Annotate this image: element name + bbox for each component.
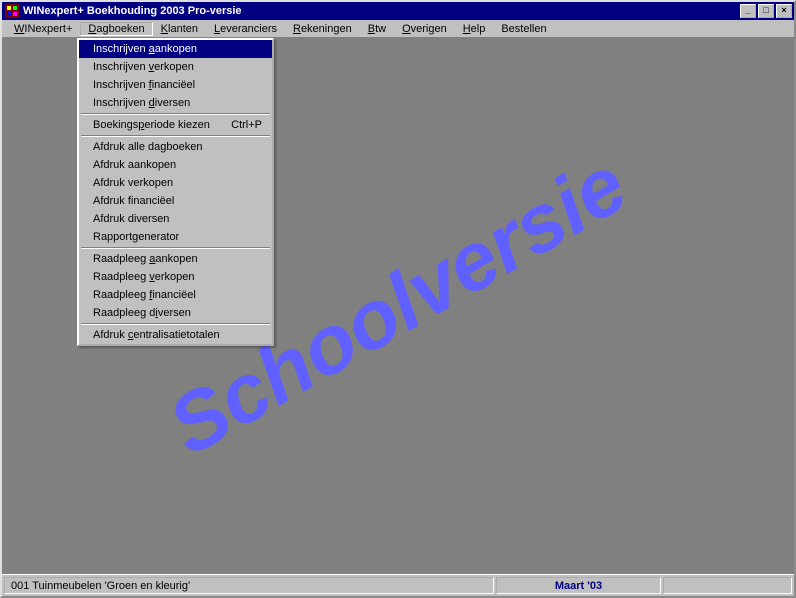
menu-item-raadpleeg-aankopen[interactable]: Raadpleeg aankopen <box>79 250 272 268</box>
minimize-button[interactable]: _ <box>740 4 756 18</box>
menu-separator <box>81 135 270 137</box>
status-extra <box>663 577 792 594</box>
menu-item-afdruk-financi-el[interactable]: Afdruk financiëel <box>79 192 272 210</box>
menu-item-afdruk-aankopen[interactable]: Afdruk aankopen <box>79 156 272 174</box>
menu-item-rapportgenerator[interactable]: Rapportgenerator <box>79 228 272 246</box>
app-icon <box>4 3 20 19</box>
menu-item-afdruk-alle-dagboeken[interactable]: Afdruk alle dagboeken <box>79 138 272 156</box>
close-button[interactable]: × <box>776 4 792 18</box>
menu-item-afdruk-centralisatietotalen[interactable]: Afdruk centralisatietotalen <box>79 326 272 344</box>
window-title: WINexpert+ Boekhouding 2003 Pro-versie <box>23 5 740 17</box>
menu-winexpert-[interactable]: WINexpert+ <box>6 22 80 36</box>
menu-leveranciers[interactable]: Leveranciers <box>206 22 285 36</box>
app-window: WINexpert+ Boekhouding 2003 Pro-versie _… <box>0 0 796 598</box>
menu-item-inschrijven-verkopen[interactable]: Inschrijven verkopen <box>79 58 272 76</box>
menu-separator <box>81 113 270 115</box>
menu-item-afdruk-verkopen[interactable]: Afdruk verkopen <box>79 174 272 192</box>
menu-item-raadpleeg-diversen[interactable]: Raadpleeg diversen <box>79 304 272 322</box>
menu-item-afdruk-diversen[interactable]: Afdruk diversen <box>79 210 272 228</box>
maximize-button[interactable]: □ <box>758 4 774 18</box>
menubar: WINexpert+DagboekenKlantenLeveranciersRe… <box>2 20 794 38</box>
menu-item-inschrijven-diversen[interactable]: Inschrijven diversen <box>79 94 272 112</box>
menu-klanten[interactable]: Klanten <box>153 22 206 36</box>
menu-dagboeken[interactable]: Dagboeken <box>80 22 152 36</box>
menu-item-raadpleeg-financi-el[interactable]: Raadpleeg financiëel <box>79 286 272 304</box>
statusbar: 001 Tuinmeubelen 'Groen en kleurig' Maar… <box>2 574 794 596</box>
menu-rekeningen[interactable]: Rekeningen <box>285 22 360 36</box>
menu-item-inschrijven-aankopen[interactable]: Inschrijven aankopen <box>79 40 272 58</box>
client-area: Schoolversie Inschrijven aankopenInschri… <box>2 38 794 574</box>
titlebar: WINexpert+ Boekhouding 2003 Pro-versie _… <box>2 2 794 20</box>
menu-item-boekingsperiode-kiezen[interactable]: Boekingsperiode kiezenCtrl+P <box>79 116 272 134</box>
menu-item-inschrijven-financi-el[interactable]: Inschrijven financiëel <box>79 76 272 94</box>
menu-btw[interactable]: Btw <box>360 22 394 36</box>
menu-separator <box>81 323 270 325</box>
menu-overigen[interactable]: Overigen <box>394 22 455 36</box>
status-company: 001 Tuinmeubelen 'Groen en kleurig' <box>4 577 494 594</box>
menu-separator <box>81 247 270 249</box>
menu-item-raadpleeg-verkopen[interactable]: Raadpleeg verkopen <box>79 268 272 286</box>
menu-help[interactable]: Help <box>455 22 494 36</box>
dropdown-menu-dagboeken: Inschrijven aankopenInschrijven verkopen… <box>77 38 274 346</box>
window-buttons: _ □ × <box>740 4 792 18</box>
menu-bestellen[interactable]: Bestellen <box>493 22 554 36</box>
status-period: Maart '03 <box>496 577 661 594</box>
